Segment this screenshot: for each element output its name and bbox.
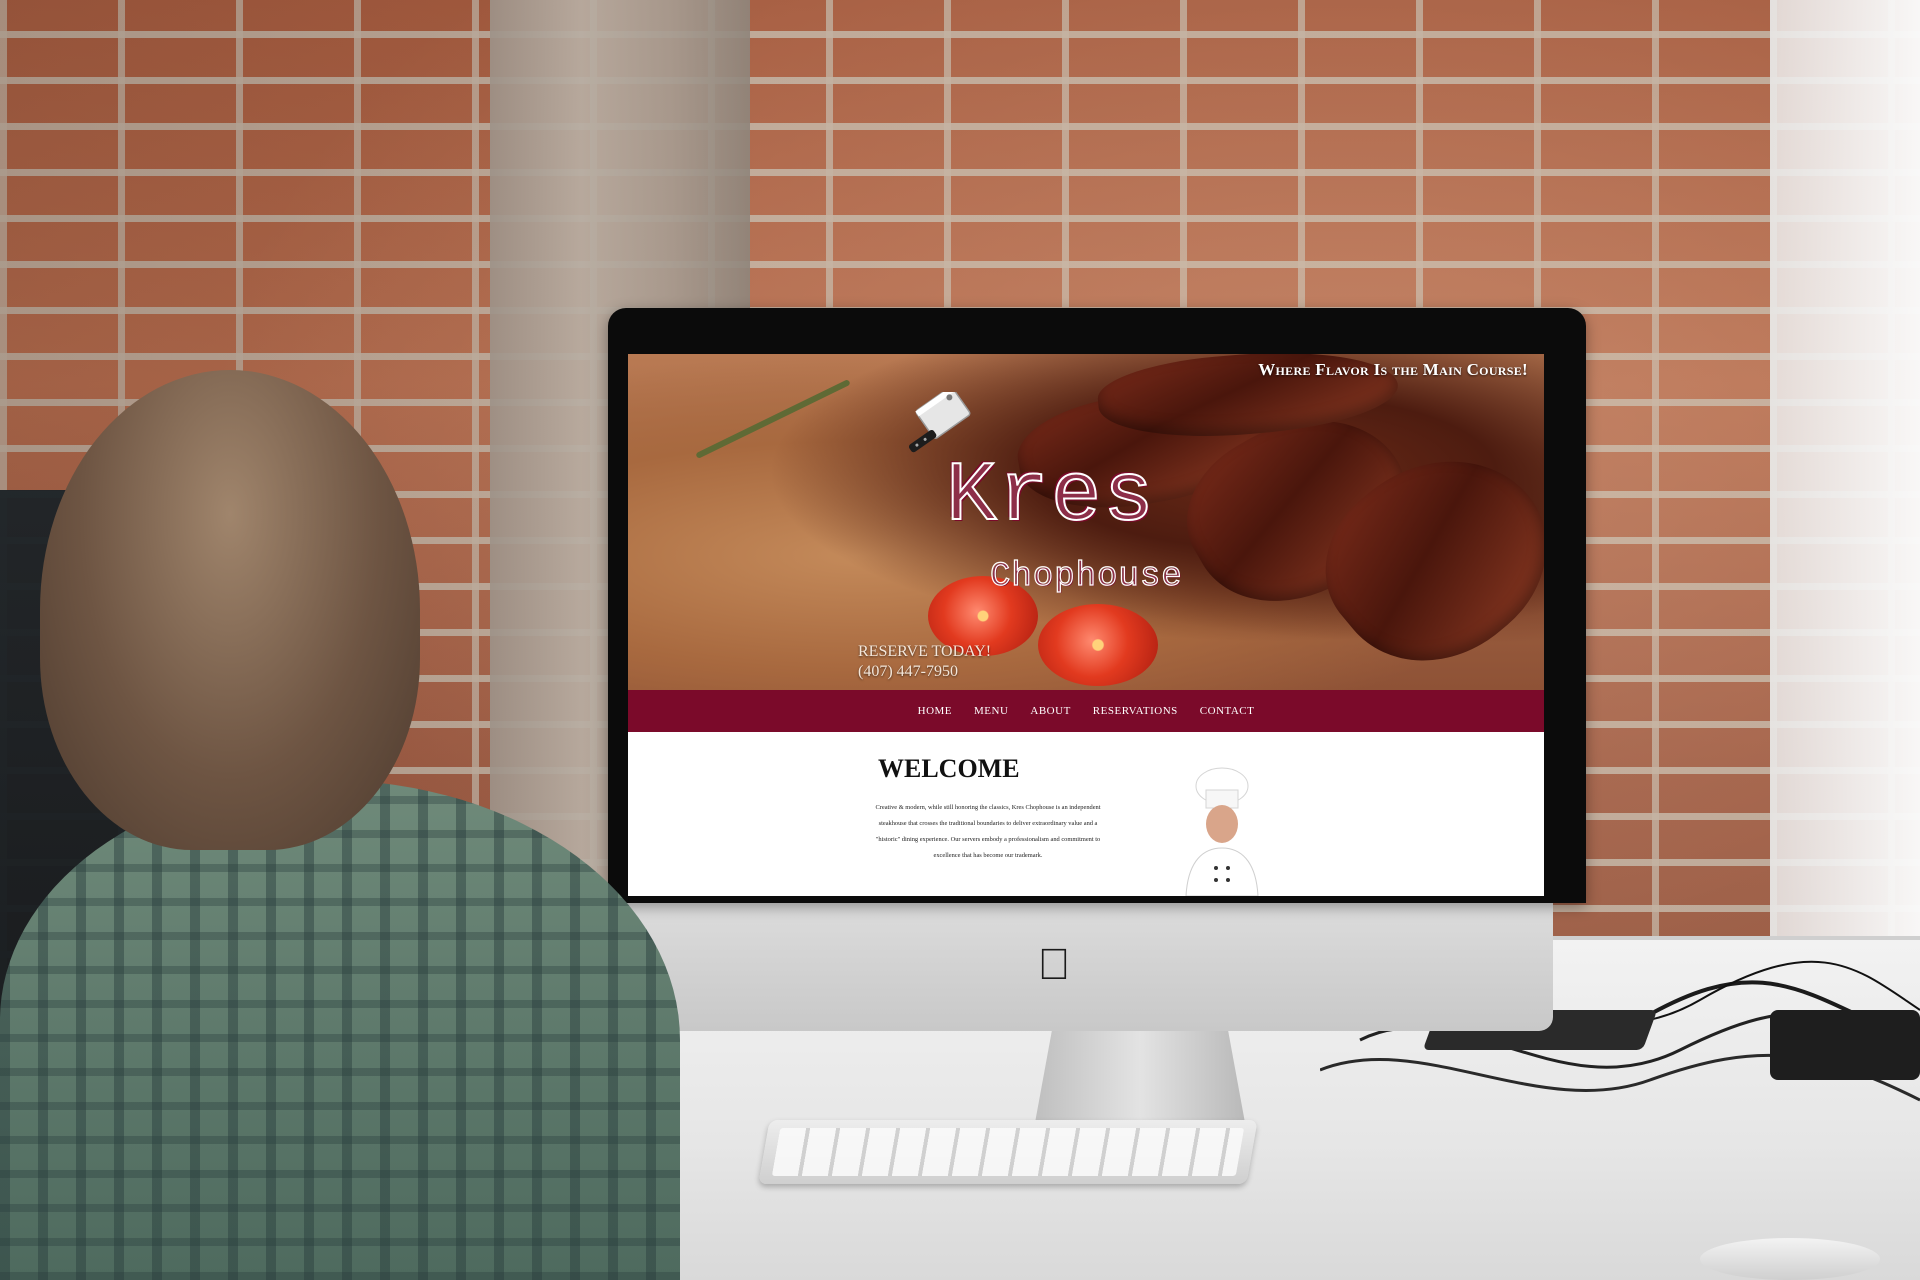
- apple-logo-icon: : [1032, 940, 1076, 990]
- reserve-label: RESERVE TODAY!: [858, 643, 992, 660]
- nav-menu[interactable]: MENU: [974, 705, 1008, 717]
- content-section: WELCOME Creative & modern, while still h…: [628, 732, 1544, 896]
- welcome-text: Creative & modern, while still honoring …: [875, 804, 1101, 859]
- keyboard: [758, 1120, 1258, 1184]
- chef-photo: [1185, 767, 1259, 896]
- welcome-heading: WELCOME: [878, 754, 1020, 783]
- power-brick: [1770, 1010, 1920, 1080]
- rosemary-sprig: [695, 379, 851, 459]
- hero-banner: Where Flavor Is the Main Course! Kres Ch…: [628, 354, 1544, 703]
- brand-subtitle: Chophouse: [989, 558, 1183, 596]
- window-light: [1770, 0, 1920, 950]
- nav-contact[interactable]: CONTACT: [1200, 705, 1255, 717]
- reserve-callout[interactable]: RESERVE TODAY! (407) 447-7950: [858, 642, 991, 682]
- mouse: [1700, 1238, 1880, 1280]
- person-head: [40, 370, 420, 850]
- screen-website: Where Flavor Is the Main Course! Kres Ch…: [628, 354, 1544, 896]
- tomato-half: [1038, 604, 1158, 686]
- nav-about[interactable]: ABOUT: [1030, 705, 1070, 717]
- tagline: Where Flavor Is the Main Course!: [1258, 360, 1528, 379]
- brand-name: Kres: [945, 450, 1156, 545]
- nav-home[interactable]: HOME: [918, 705, 952, 717]
- main-nav: HOME MENU ABOUT RESERVATIONS CONTACT: [628, 690, 1544, 732]
- nav-reservations[interactable]: RESERVATIONS: [1093, 705, 1178, 717]
- reserve-phone[interactable]: (407) 447-7950: [858, 662, 991, 682]
